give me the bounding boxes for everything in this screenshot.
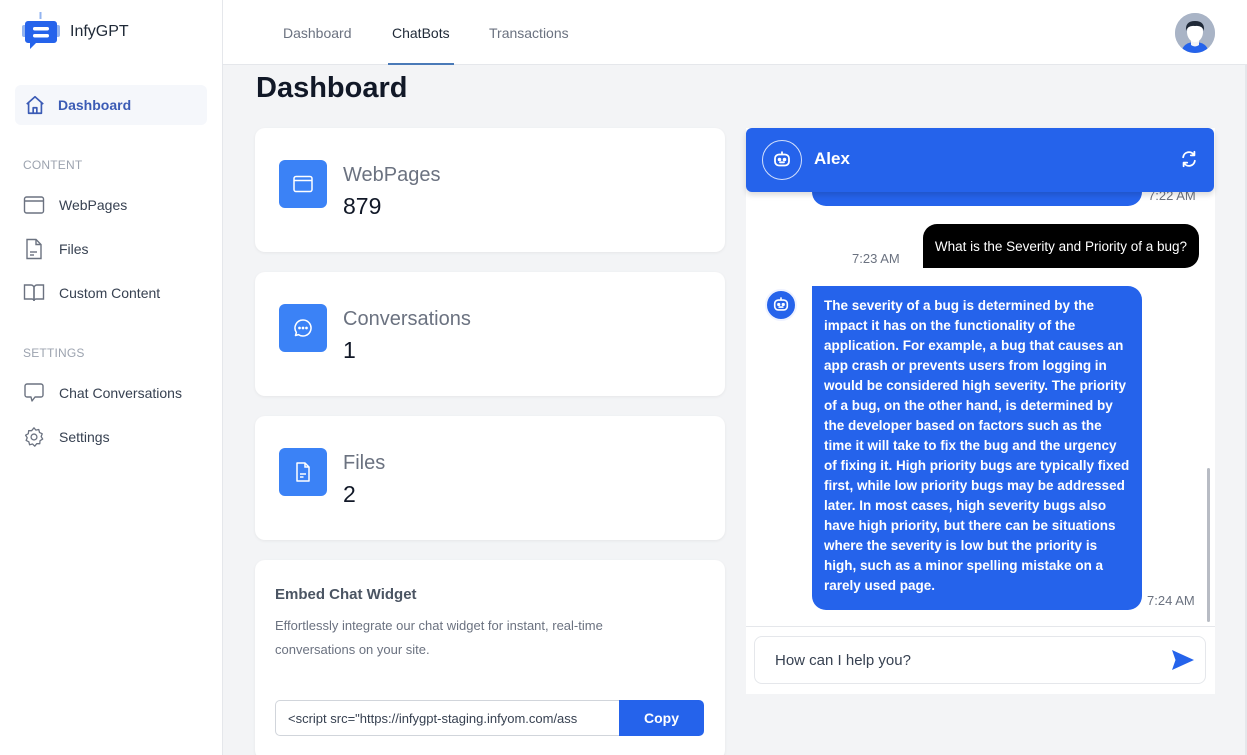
chat-scrollbar[interactable]: [1207, 468, 1210, 622]
sidebar-item-chat-conversations[interactable]: Chat Conversations: [23, 381, 182, 405]
stat-label: WebPages: [343, 164, 441, 186]
refresh-icon[interactable]: [1180, 150, 1198, 168]
app-logo[interactable]: InfyGPT: [22, 12, 129, 52]
user-avatar[interactable]: [1175, 13, 1215, 53]
chat-header: Alex: [746, 128, 1214, 192]
stat-icon-box: [279, 304, 327, 352]
bot-avatar: [762, 140, 802, 180]
chat-dots-icon: [294, 319, 312, 337]
sidebar-item-webpages[interactable]: WebPages: [23, 193, 127, 217]
sidebar-item-label: Chat Conversations: [59, 385, 182, 401]
chatbot-name: Alex: [814, 149, 850, 168]
sidebar-item-label: WebPages: [59, 197, 128, 213]
sidebar-item-custom-content[interactable]: Custom Content: [23, 281, 160, 305]
home-icon: [26, 95, 44, 115]
chat-messages: 7:22 AM 7:23 AM What is the Severity and…: [746, 128, 1215, 626]
chat-message-input[interactable]: [754, 636, 1206, 684]
sidebar-item-label: Dashboard: [58, 97, 132, 113]
robot-icon: [773, 297, 789, 311]
tab-chatbots[interactable]: ChatBots: [388, 0, 454, 65]
file-icon: [26, 238, 42, 260]
sidebar-item-dashboard[interactable]: Dashboard: [15, 85, 207, 125]
message-time: 7:24 AM: [1147, 593, 1195, 608]
page-title: Dashboard: [256, 72, 408, 104]
sidebar-item-label: Custom Content: [59, 285, 161, 301]
browser-window-icon: [23, 196, 45, 214]
tab-dashboard[interactable]: Dashboard: [283, 0, 352, 65]
stat-icon-box: [279, 160, 327, 208]
section-label-settings: SETTINGS: [23, 346, 85, 360]
sidebar-item-label: Settings: [59, 429, 110, 445]
embed-description: Effortlessly integrate our chat widget f…: [275, 618, 603, 657]
embed-widget-card: Embed Chat Widget Effortlessly integrate…: [255, 560, 725, 755]
user-avatar-icon: [1175, 13, 1215, 53]
stat-value: 879: [343, 193, 382, 219]
file-icon: [296, 462, 310, 482]
copy-button[interactable]: Copy: [619, 700, 704, 736]
user-message-bubble: What is the Severity and Priority of a b…: [922, 224, 1199, 268]
stat-card-conversations[interactable]: Conversations 1: [255, 272, 725, 396]
sidebar: InfyGPT Dashboard CONTENT WebPages Files…: [0, 0, 223, 755]
robot-icon: [774, 151, 790, 167]
embed-code-input[interactable]: [275, 700, 619, 736]
send-icon[interactable]: [1171, 649, 1195, 671]
stat-value: 1: [343, 337, 356, 363]
section-label-content: CONTENT: [23, 158, 83, 172]
book-open-icon: [23, 284, 45, 302]
stat-card-webpages[interactable]: WebPages 879: [255, 128, 725, 252]
stat-value: 2: [343, 481, 356, 507]
chat-widget: Alex 7:22 AM 7:23 AM What is the Severit…: [746, 128, 1215, 694]
message-time: 7:23 AM: [852, 251, 900, 266]
sidebar-item-files[interactable]: Files: [23, 237, 89, 261]
chatbot-logo-icon: [22, 12, 60, 49]
sidebar-item-label: Files: [59, 241, 89, 257]
browser-window-icon: [293, 175, 313, 193]
stat-icon-box: [279, 448, 327, 496]
stat-label: Conversations: [343, 308, 471, 330]
top-navbar: Dashboard ChatBots Transactions: [223, 0, 1247, 65]
bot-message-bubble: The severity of a bug is determined by t…: [812, 286, 1142, 610]
chat-footer: [746, 626, 1215, 694]
app-name: InfyGPT: [70, 23, 129, 40]
embed-title: Embed Chat Widget: [275, 586, 417, 603]
gear-icon: [24, 427, 44, 447]
bot-avatar: [765, 289, 797, 321]
sidebar-item-settings[interactable]: Settings: [23, 425, 110, 449]
chat-bubble-icon: [24, 383, 44, 402]
tab-transactions[interactable]: Transactions: [489, 0, 569, 65]
stat-label: Files: [343, 452, 386, 474]
stat-card-files[interactable]: Files 2: [255, 416, 725, 540]
